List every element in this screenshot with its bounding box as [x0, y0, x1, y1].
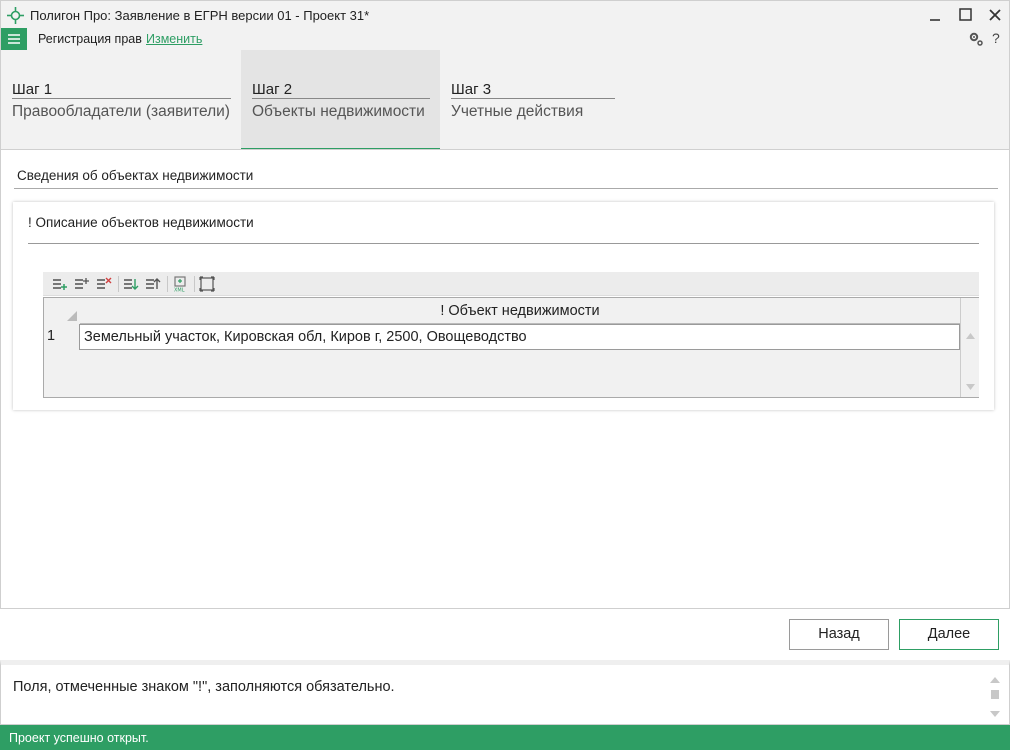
- card-title: ! Описание объектов недвижимости: [28, 215, 254, 230]
- info-message: Поля, отмеченные знаком "!", заполняются…: [13, 679, 395, 695]
- scroll-thumb: [991, 690, 999, 699]
- menu-bar: Регистрация прав Изменить ?: [0, 28, 1010, 50]
- main-content: Сведения об объектах недвижимости ! Опис…: [0, 150, 1010, 608]
- add-row-icon[interactable]: [52, 276, 68, 292]
- next-button[interactable]: Далее: [899, 619, 999, 650]
- section-divider: [14, 188, 998, 189]
- move-down-icon[interactable]: [123, 276, 139, 292]
- help-button[interactable]: ?: [992, 30, 1000, 46]
- step-1-tab[interactable]: Шаг 1 Правообладатели (заявители): [1, 50, 241, 150]
- step-3-name: Учетные действия: [451, 103, 584, 120]
- scroll-up-icon: [966, 333, 975, 339]
- step-1-name: Правообладатели (заявители): [12, 103, 230, 120]
- title-bar: Полигон Про: Заявление в ЕГРН версии 01 …: [0, 0, 1010, 28]
- step-3-number: Шаг 3: [451, 81, 492, 98]
- change-link[interactable]: Изменить: [146, 32, 202, 46]
- delete-row-icon[interactable]: [96, 276, 112, 292]
- step-2-underline: [252, 98, 430, 99]
- settings-gear-button[interactable]: [967, 30, 985, 48]
- status-message: Проект успешно открыт.: [9, 731, 149, 745]
- grid-vertical-scrollbar[interactable]: [960, 298, 979, 397]
- card-divider: [28, 243, 979, 244]
- objects-grid: ! Объект недвижимости 1 Земельный участо…: [43, 297, 979, 398]
- toolbar-separator: [118, 276, 119, 292]
- svg-text:XML: XML: [174, 288, 185, 293]
- row-number: 1: [47, 328, 56, 344]
- xml-import-icon[interactable]: XML: [172, 276, 188, 294]
- scroll-up-icon: [990, 677, 1000, 683]
- app-logo-icon: [7, 7, 24, 24]
- steps-bar: Шаг 1 Правообладатели (заявители) Шаг 2 …: [0, 50, 1010, 150]
- registration-label: Регистрация прав: [38, 32, 142, 46]
- hamburger-menu-button[interactable]: [1, 28, 27, 50]
- close-button[interactable]: [984, 5, 1006, 25]
- grid-cell-object[interactable]: Земельный участок, Кировская обл, Киров …: [79, 324, 960, 350]
- column-header-object[interactable]: ! Объект недвижимости: [80, 298, 960, 324]
- back-button[interactable]: Назад: [789, 619, 889, 650]
- scroll-down-icon: [990, 711, 1000, 717]
- toolbar-separator: [167, 276, 168, 292]
- objects-card: ! Описание объектов недвижимости XML ! О…: [13, 202, 994, 410]
- step-2-tab[interactable]: Шаг 2 Объекты недвижимости: [241, 50, 440, 150]
- footer-divider: [0, 608, 1010, 609]
- move-up-icon[interactable]: [145, 276, 161, 292]
- step-1-number: Шаг 1: [12, 81, 53, 98]
- step-2-number: Шаг 2: [252, 81, 293, 98]
- grid-corner[interactable]: [44, 298, 80, 324]
- toolbar-separator: [194, 276, 195, 292]
- insert-row-icon[interactable]: [74, 276, 90, 292]
- step-1-underline: [12, 98, 231, 99]
- step-2-name: Объекты недвижимости: [252, 103, 425, 120]
- window-title: Полигон Про: Заявление в ЕГРН версии 01 …: [30, 8, 370, 23]
- fit-columns-icon[interactable]: [199, 276, 215, 292]
- info-scrollbar[interactable]: [987, 675, 1003, 720]
- scroll-down-icon: [966, 384, 975, 390]
- section-title: Сведения об объектах недвижимости: [17, 168, 254, 183]
- minimize-button[interactable]: [924, 5, 946, 25]
- info-panel: Поля, отмеченные знаком "!", заполняются…: [0, 660, 1010, 725]
- maximize-button[interactable]: [954, 5, 976, 25]
- step-3-underline: [451, 98, 615, 99]
- grid-toolbar: XML: [43, 272, 979, 296]
- hamburger-icon: [8, 34, 20, 44]
- status-bar: Проект успешно открыт.: [0, 725, 1010, 750]
- step-3-tab[interactable]: Шаг 3 Учетные действия: [440, 50, 620, 150]
- gear-icon: [969, 32, 983, 46]
